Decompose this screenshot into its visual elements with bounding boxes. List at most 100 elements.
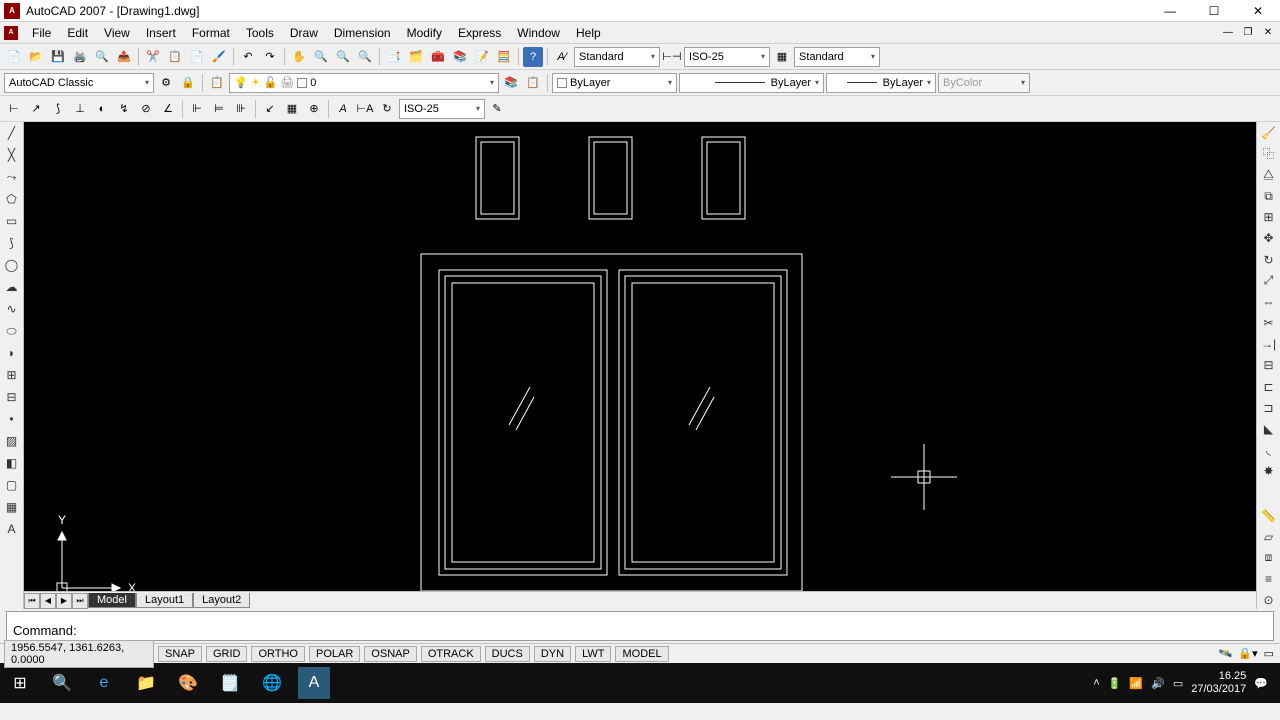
copy-obj-button[interactable]: ⿻ (1260, 145, 1278, 162)
explode-button[interactable]: ✸ (1260, 463, 1278, 480)
toggle-model[interactable]: MODEL (615, 646, 668, 662)
dim-linear-button[interactable]: ⊢ (4, 99, 24, 119)
paste-button[interactable]: 📄 (187, 47, 207, 67)
join-button[interactable]: ⊐ (1260, 399, 1278, 416)
edge-icon[interactable]: e (88, 667, 120, 699)
coordinates-display[interactable]: 1956.5547, 1361.6263, 0.0000 (4, 640, 154, 668)
dim-update-button[interactable]: ↻ (377, 99, 397, 119)
chamfer-button[interactable]: ◣ (1260, 420, 1278, 437)
dim-aligned-button[interactable]: ↗ (26, 99, 46, 119)
mtext-button[interactable]: A (3, 520, 21, 538)
dim-baseline-button[interactable]: ⊨ (209, 99, 229, 119)
menu-insert[interactable]: Insert (138, 23, 184, 43)
save-button[interactable]: 💾 (48, 47, 68, 67)
dim-style-icon[interactable]: ⊢⊣ (662, 47, 682, 67)
quick-leader-button[interactable]: ↙ (260, 99, 280, 119)
properties-button[interactable]: 📑 (384, 47, 404, 67)
tab-last-button[interactable]: ⏭ (72, 593, 88, 609)
stretch-button[interactable]: ⇔ (1260, 293, 1278, 310)
plot-preview-button[interactable]: 🔍 (92, 47, 112, 67)
tool-palettes-button[interactable]: 🧰 (428, 47, 448, 67)
scale-button[interactable]: ⤢ (1260, 272, 1278, 289)
zoom-realtime-button[interactable]: 🔍 (311, 47, 331, 67)
tab-prev-button[interactable]: ◀ (40, 593, 56, 609)
pan-button[interactable]: ✋ (289, 47, 309, 67)
match-properties-button[interactable]: 🖌️ (209, 47, 229, 67)
list-button[interactable]: ≡ (1260, 571, 1278, 588)
close-button[interactable]: ✕ (1236, 0, 1280, 22)
menu-edit[interactable]: Edit (59, 23, 96, 43)
dim-edit-button[interactable]: A (333, 99, 353, 119)
ime-icon[interactable]: ▭ (1173, 677, 1183, 690)
workspace-settings-button[interactable]: ⚙ (156, 73, 176, 93)
paint-icon[interactable]: 🎨 (172, 667, 204, 699)
drawing-canvas[interactable]: X Y (24, 122, 1256, 591)
layer-select[interactable]: 💡☀🔓🖨 0 (229, 73, 499, 93)
zoom-previous-button[interactable]: 🔍 (355, 47, 375, 67)
redo-button[interactable]: ↷ (260, 47, 280, 67)
minimize-button[interactable]: — (1148, 0, 1192, 22)
toggle-grid[interactable]: GRID (206, 646, 248, 662)
menu-modify[interactable]: Modify (399, 23, 450, 43)
toggle-snap[interactable]: SNAP (158, 646, 202, 662)
dim-style-select[interactable]: ISO-25 (684, 47, 770, 67)
region-mass-button[interactable]: ⧈ (1260, 549, 1278, 566)
doc-close-button[interactable]: ✕ (1260, 26, 1276, 40)
doc-minimize-button[interactable]: — (1220, 26, 1236, 40)
taskbar-clock[interactable]: 16.25 27/03/2017 (1191, 670, 1246, 696)
dim-diameter-button[interactable]: ⊘ (136, 99, 156, 119)
ellipse-arc-button[interactable]: ◗ (3, 344, 21, 362)
text-style-icon[interactable]: A⁄ (552, 47, 572, 67)
polygon-button[interactable]: ⬠ (3, 190, 21, 208)
make-block-button[interactable]: ⊟ (3, 388, 21, 406)
insert-block-button[interactable]: ⊞ (3, 366, 21, 384)
break-at-point-button[interactable]: ⊟ (1260, 357, 1278, 374)
comm-center-icon[interactable]: 🛰️ (1219, 647, 1233, 660)
help-button[interactable]: ? (523, 47, 543, 67)
array-button[interactable]: ⊞ (1260, 209, 1278, 226)
menu-format[interactable]: Format (184, 23, 238, 43)
menu-dimension[interactable]: Dimension (326, 23, 399, 43)
tab-first-button[interactable]: ⏮ (24, 593, 40, 609)
start-button[interactable]: ⊞ (4, 667, 36, 699)
design-center-button[interactable]: 🗂️ (406, 47, 426, 67)
clean-screen-icon[interactable]: ▭ (1264, 647, 1274, 660)
toggle-polar[interactable]: POLAR (309, 646, 360, 662)
maximize-button[interactable]: ☐ (1192, 0, 1236, 22)
break-button[interactable]: ⊏ (1260, 378, 1278, 395)
menu-view[interactable]: View (96, 23, 138, 43)
menu-express[interactable]: Express (450, 23, 509, 43)
notifications-icon[interactable]: 💬 (1254, 677, 1268, 690)
menu-file[interactable]: File (24, 23, 59, 43)
dim-text-edit-button[interactable]: ⊢A (355, 99, 375, 119)
tab-model[interactable]: Model (88, 593, 136, 608)
polyline-button[interactable]: ⤳ (3, 168, 21, 186)
quick-dim-button[interactable]: ⊩ (187, 99, 207, 119)
battery-icon[interactable]: 🔋 (1108, 677, 1122, 690)
file-explorer-icon[interactable]: 📁 (130, 667, 162, 699)
menu-tools[interactable]: Tools (238, 23, 282, 43)
autocad-taskbar-icon[interactable]: A (298, 667, 330, 699)
spline-button[interactable]: ∿ (3, 300, 21, 318)
center-mark-button[interactable]: ⊕ (304, 99, 324, 119)
new-button[interactable]: 📄 (4, 47, 24, 67)
dim-style-current-select[interactable]: ISO-25 (399, 99, 485, 119)
arc-button[interactable]: ⟆ (3, 234, 21, 252)
dim-ordinate-button[interactable]: ⊥ (70, 99, 90, 119)
dim-style-button[interactable]: ✎ (487, 99, 507, 119)
locate-point-button[interactable]: ⊙ (1260, 592, 1278, 609)
table-style-select[interactable]: Standard (794, 47, 880, 67)
toggle-otrack[interactable]: OTRACK (421, 646, 481, 662)
quickcalc-button[interactable]: 🧮 (494, 47, 514, 67)
lock-ui-icon[interactable]: 🔒▾ (1238, 647, 1257, 660)
plot-button[interactable]: 🖨️ (70, 47, 90, 67)
distance-button[interactable]: 📏 (1260, 507, 1278, 524)
gradient-button[interactable]: ◧ (3, 454, 21, 472)
toggle-lwt[interactable]: LWT (575, 646, 611, 662)
layer-previous-button[interactable]: 📚 (501, 73, 521, 93)
wifi-icon[interactable]: 📶 (1129, 677, 1143, 690)
search-button[interactable]: 🔍 (46, 667, 78, 699)
extend-button[interactable]: →| (1260, 336, 1278, 353)
dim-angular-button[interactable]: ∠ (158, 99, 178, 119)
hatch-button[interactable]: ▨ (3, 432, 21, 450)
